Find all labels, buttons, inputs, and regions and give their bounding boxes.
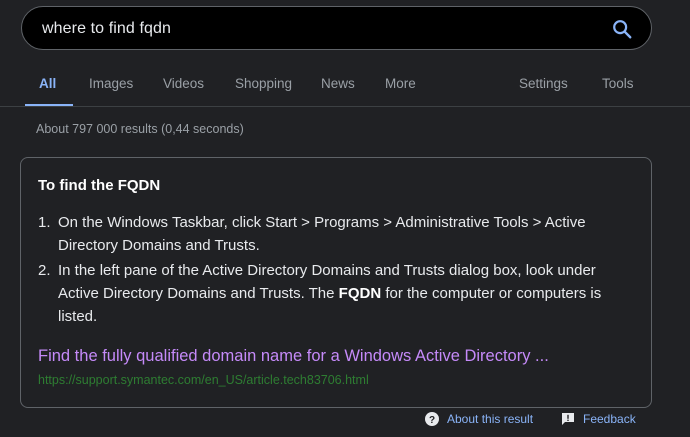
tab-images[interactable]: Images	[89, 76, 133, 91]
step-number: 2.	[38, 262, 51, 279]
snippet-title: To find the FQDN	[38, 177, 160, 194]
help-circle-icon: ?	[425, 412, 439, 426]
tab-more[interactable]: More	[385, 76, 416, 91]
search-icon[interactable]	[611, 18, 633, 40]
feedback-label[interactable]: Feedback	[583, 412, 636, 426]
result-url[interactable]: https://support.symantec.com/en_US/artic…	[38, 373, 369, 387]
step-text: On the Windows Taskbar, click Start > Pr…	[58, 214, 586, 254]
tab-news[interactable]: News	[321, 76, 355, 91]
about-label[interactable]: About this result	[447, 412, 533, 426]
about-this-result-link[interactable]: ? About this result	[425, 412, 533, 426]
list-item: 2. In the left pane of the Active Direct…	[38, 259, 608, 328]
tab-settings[interactable]: Settings	[519, 76, 568, 91]
step-number: 1.	[38, 214, 51, 231]
tabs-divider	[0, 106, 690, 107]
featured-snippet-card: To find the FQDN 1. On the Windows Taskb…	[20, 157, 652, 408]
tab-tools[interactable]: Tools	[602, 76, 634, 91]
step-text-bold: FQDN	[338, 285, 382, 302]
tab-shopping[interactable]: Shopping	[235, 76, 292, 91]
snippet-title-bold: FQDN	[117, 177, 161, 194]
feedback-icon	[561, 412, 575, 426]
search-input[interactable]: where to find fqdn	[42, 18, 171, 40]
tab-all[interactable]: All	[39, 76, 56, 91]
list-item: 1. On the Windows Taskbar, click Start >…	[38, 211, 608, 257]
search-bar[interactable]: where to find fqdn	[21, 6, 652, 50]
snippet-steps-list: 1. On the Windows Taskbar, click Start >…	[38, 211, 608, 330]
search-tabs: All Images Videos Shopping News More Set…	[0, 62, 690, 107]
svg-text:?: ?	[429, 415, 435, 426]
search-results-page: where to find fqdn All Images Videos Sho…	[0, 0, 690, 437]
result-title-link[interactable]: Find the fully qualified domain name for…	[38, 347, 549, 366]
feedback-link[interactable]: Feedback	[561, 412, 636, 426]
tab-videos[interactable]: Videos	[163, 76, 204, 91]
snippet-title-prefix: To find the	[38, 177, 118, 194]
result-stats: About 797 000 results (0,44 seconds)	[36, 122, 244, 136]
